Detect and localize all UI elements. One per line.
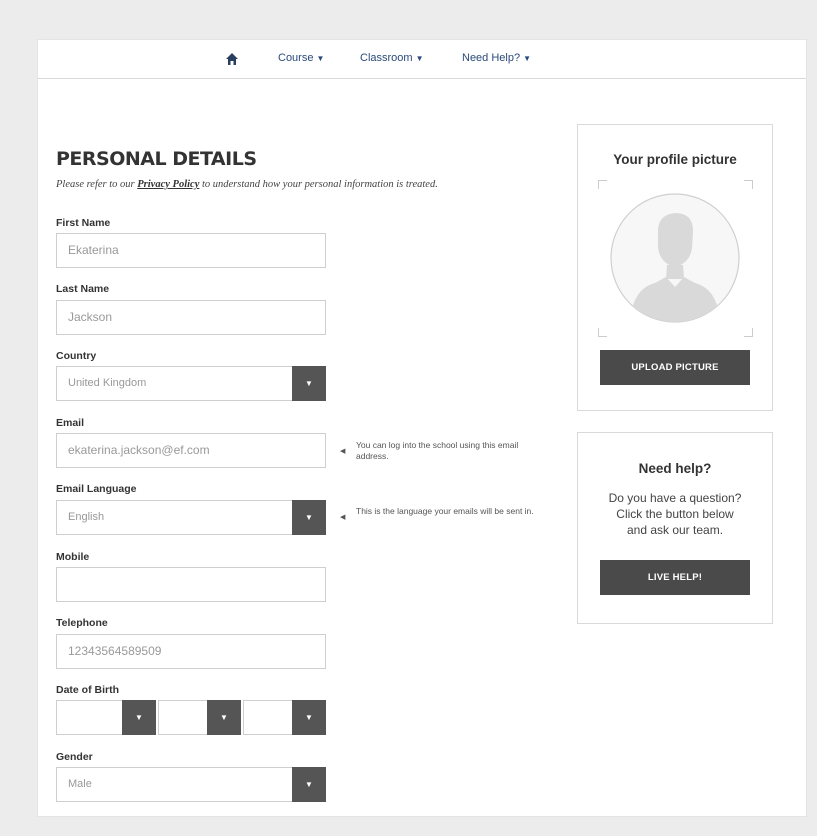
last-name-label: Last Name bbox=[56, 283, 110, 295]
country-value: United Kingdom bbox=[68, 377, 147, 389]
country-select[interactable]: United Kingdom ▼ bbox=[56, 366, 326, 401]
email-language-value: English bbox=[68, 511, 105, 523]
live-help-button[interactable]: LIVE HELP! bbox=[600, 560, 750, 595]
nav-course-label: Course bbox=[278, 52, 314, 64]
page-container: Course ▼ Classroom ▼ Need Help? ▼ PERSONAL … bbox=[38, 40, 806, 816]
caret-down-icon: ▼ bbox=[523, 54, 532, 63]
upload-picture-button[interactable]: UPLOAD PICTURE bbox=[600, 350, 750, 385]
gender-value: Male bbox=[68, 778, 92, 790]
profile-picture-panel: Your profile picture UPLOAD PICTURE bbox=[577, 124, 773, 411]
chevron-down-icon[interactable]: ▼ bbox=[292, 500, 326, 535]
nav-need-help[interactable]: Need Help? ▼ bbox=[462, 52, 531, 64]
email-language-label: Email Language bbox=[56, 483, 137, 495]
email-language-hint: This is the language your emails will be… bbox=[356, 506, 534, 516]
chevron-down-icon[interactable]: ▼ bbox=[292, 700, 326, 735]
help-description: Do you have a question? Click the button… bbox=[578, 490, 772, 538]
hint-pointer-icon: ◀ bbox=[340, 514, 346, 521]
home-icon[interactable] bbox=[225, 52, 239, 66]
user-silhouette-icon bbox=[610, 193, 740, 323]
first-name-field[interactable]: Ekaterina bbox=[56, 233, 326, 268]
nav-classroom[interactable]: Classroom ▼ bbox=[360, 52, 424, 64]
nav-need-help-label: Need Help? bbox=[462, 52, 521, 64]
telephone-field[interactable]: 12343564589509 bbox=[56, 634, 326, 669]
dob-year-select[interactable]: ▼ bbox=[243, 700, 326, 735]
dob-day-select[interactable]: ▼ bbox=[56, 700, 156, 735]
profile-picture-title: Your profile picture bbox=[613, 152, 737, 167]
mobile-field[interactable] bbox=[56, 567, 326, 602]
hint-pointer-icon: ◀ bbox=[340, 448, 346, 455]
dob-label: Date of Birth bbox=[56, 684, 119, 696]
privacy-policy-link[interactable]: Privacy Policy bbox=[137, 179, 199, 190]
page-title: PERSONAL DETAILS bbox=[56, 148, 257, 170]
caret-down-icon: ▼ bbox=[415, 54, 424, 63]
chevron-down-icon[interactable]: ▼ bbox=[207, 700, 241, 735]
first-name-label: First Name bbox=[56, 217, 111, 229]
chevron-down-icon[interactable]: ▼ bbox=[292, 767, 326, 802]
crop-corner bbox=[598, 328, 607, 337]
gender-label: Gender bbox=[56, 751, 93, 763]
privacy-notice-suffix: to understand how your personal informat… bbox=[199, 179, 438, 190]
top-nav: Course ▼ Classroom ▼ Need Help? ▼ bbox=[38, 40, 806, 79]
nav-classroom-label: Classroom bbox=[360, 52, 413, 64]
crop-corner bbox=[744, 180, 753, 189]
email-hint: You can log into the school using this e… bbox=[356, 440, 519, 461]
telephone-label: Telephone bbox=[56, 617, 108, 629]
help-panel: Need help? Do you have a question? Click… bbox=[577, 432, 773, 624]
chevron-down-icon[interactable]: ▼ bbox=[292, 366, 326, 401]
gender-select[interactable]: Male ▼ bbox=[56, 767, 326, 802]
help-line: Do you have a question? bbox=[608, 491, 742, 505]
country-label: Country bbox=[56, 350, 97, 362]
caret-down-icon: ▼ bbox=[316, 54, 325, 63]
last-name-field[interactable]: Jackson bbox=[56, 300, 326, 335]
help-line: and ask our team. bbox=[626, 523, 724, 537]
privacy-notice-prefix: Please refer to our bbox=[56, 179, 138, 190]
crop-corner bbox=[598, 180, 607, 189]
email-label: Email bbox=[56, 417, 85, 429]
email-field[interactable]: ekaterina.jackson@ef.com bbox=[56, 433, 326, 468]
help-title: Need help? bbox=[638, 461, 712, 476]
crop-corner bbox=[744, 328, 753, 337]
nav-course[interactable]: Course ▼ bbox=[278, 52, 324, 64]
chevron-down-icon[interactable]: ▼ bbox=[122, 700, 156, 735]
email-language-select[interactable]: English ▼ bbox=[56, 500, 326, 535]
mobile-label: Mobile bbox=[56, 551, 90, 563]
dob-month-select[interactable]: ▼ bbox=[158, 700, 241, 735]
help-line: Click the button below bbox=[616, 507, 734, 521]
privacy-notice: Please refer to our Privacy Policy to un… bbox=[56, 179, 438, 190]
